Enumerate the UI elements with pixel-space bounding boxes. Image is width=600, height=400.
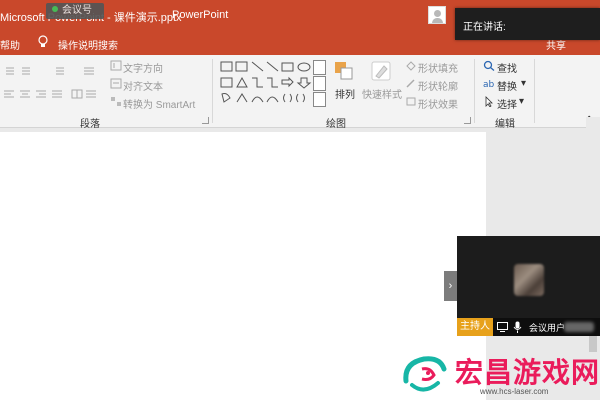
shape-outline-button[interactable]: 形状轮廓 bbox=[418, 78, 458, 93]
watermark-title: 宏昌游戏网 bbox=[455, 356, 600, 389]
participant-video bbox=[514, 264, 544, 296]
user-avatar-icon[interactable] bbox=[428, 6, 446, 24]
shape-fill-icon bbox=[406, 61, 416, 71]
meeting-id-label: 会议号 bbox=[62, 5, 92, 16]
text-direction-button[interactable]: 文字方向 bbox=[123, 60, 163, 75]
live-dot-icon bbox=[52, 6, 58, 12]
search-icon bbox=[483, 60, 495, 71]
shapes-gallery[interactable] bbox=[219, 60, 313, 108]
shape-fill-button[interactable]: 形状填充 bbox=[418, 60, 458, 75]
cursor-icon bbox=[485, 96, 493, 107]
group-divider bbox=[212, 59, 213, 123]
participant-name: 会议用户 bbox=[529, 323, 566, 333]
align-text-button[interactable]: 对齐文本 bbox=[123, 78, 163, 93]
tell-me-search[interactable]: 操作说明搜索 bbox=[58, 37, 118, 52]
shape-effects-icon bbox=[406, 97, 416, 106]
paragraph-group-label: 段落 bbox=[80, 119, 100, 130]
text-direction-icon bbox=[110, 60, 122, 71]
gallery-down-button[interactable] bbox=[313, 76, 326, 91]
shape-outline-icon bbox=[406, 79, 415, 88]
powerpoint-window: Microsoft PowerPoint - 课件演示.pptx PowerPo… bbox=[0, 0, 600, 400]
arrange-icon bbox=[335, 62, 353, 80]
select-dropdown-icon[interactable]: ▾ bbox=[519, 96, 524, 107]
lightbulb-icon bbox=[38, 35, 48, 47]
arrange-button[interactable]: 排列 bbox=[335, 86, 355, 101]
watermark: 宏昌游戏网 www.hcs-laser.com bbox=[400, 349, 600, 400]
screen-share-icon[interactable] bbox=[497, 322, 508, 332]
dragon-logo-icon bbox=[403, 356, 447, 392]
shapes-gallery-icons bbox=[220, 61, 312, 103]
group-divider bbox=[474, 59, 475, 123]
convert-smartart-button[interactable]: 转换为 SmartArt bbox=[123, 96, 195, 111]
app-name: PowerPoint bbox=[172, 9, 229, 21]
select-button[interactable]: 选择 bbox=[497, 96, 517, 111]
drawing-group-label: 绘图 bbox=[326, 119, 346, 130]
align-text-icon bbox=[110, 78, 122, 89]
ribbon: 文字方向 对齐文本 转换为 SmartArt 段落 排列 快速样式 形状填充 形… bbox=[0, 55, 600, 130]
quick-styles-icon bbox=[371, 61, 391, 81]
speaking-label: 正在讲话: bbox=[463, 22, 506, 33]
name-redaction bbox=[564, 322, 594, 332]
panel-collapse-handle[interactable]: › bbox=[444, 271, 457, 301]
video-info-bar: 主持人 会议用户 bbox=[457, 318, 600, 336]
editing-group-label: 编辑 bbox=[495, 119, 515, 130]
shape-effects-button[interactable]: 形状效果 bbox=[418, 96, 458, 111]
find-button[interactable]: 查找 bbox=[497, 60, 517, 75]
meeting-id-tag[interactable]: 会议号 bbox=[46, 3, 104, 19]
replace-button[interactable]: 替换 bbox=[497, 78, 517, 93]
shapes-gallery-scroll[interactable] bbox=[313, 60, 326, 108]
replace-dropdown-icon[interactable]: ▾ bbox=[521, 78, 526, 89]
group-divider bbox=[534, 59, 535, 123]
smartart-icon bbox=[111, 97, 121, 106]
paragraph-dialog-launcher[interactable] bbox=[202, 117, 209, 124]
video-panel bbox=[457, 236, 600, 318]
quick-styles-button[interactable]: 快速样式 bbox=[362, 86, 402, 101]
svg-text:ab: ab bbox=[483, 80, 495, 89]
tab-help[interactable]: 帮助 bbox=[0, 37, 20, 52]
speaking-panel: 正在讲话: bbox=[455, 8, 600, 40]
microphone-icon[interactable] bbox=[513, 321, 522, 333]
drawing-dialog-launcher[interactable] bbox=[464, 117, 471, 124]
gallery-up-button[interactable] bbox=[313, 60, 326, 75]
scroll-up-icon[interactable] bbox=[586, 117, 600, 129]
replace-icon: ab bbox=[483, 80, 495, 89]
host-badge: 主持人 bbox=[457, 318, 493, 336]
paragraph-format-icons bbox=[4, 67, 96, 99]
gallery-more-button[interactable] bbox=[313, 92, 326, 107]
watermark-url: www.hcs-laser.com bbox=[480, 387, 549, 396]
